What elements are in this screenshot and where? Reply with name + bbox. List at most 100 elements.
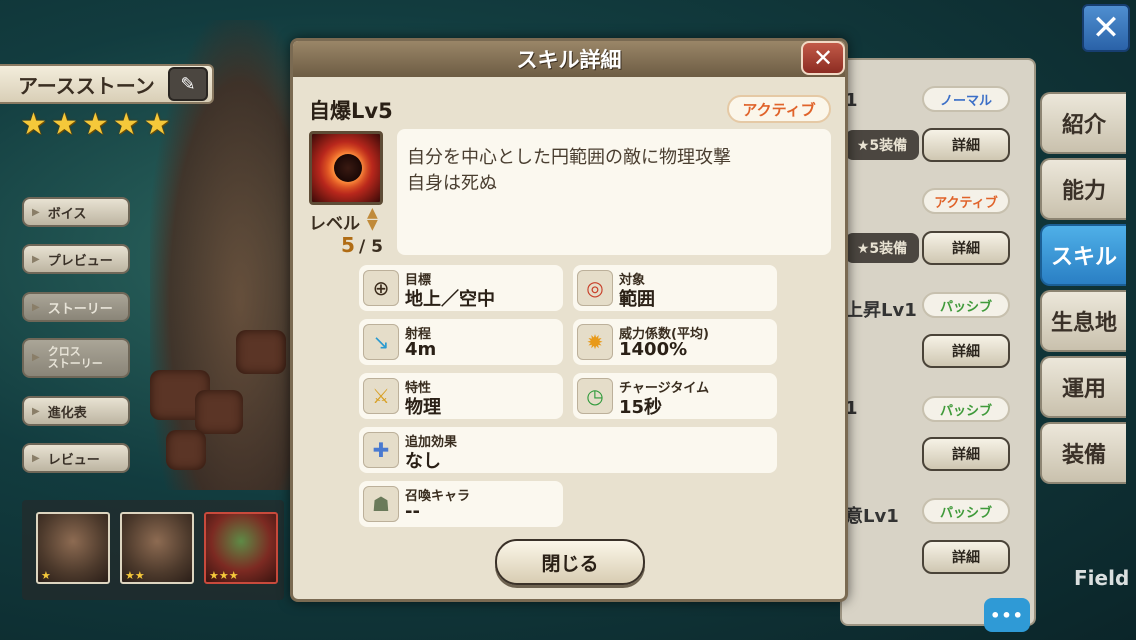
side-button-label: ストーリー	[47, 301, 113, 317]
skill-detail-button[interactable]: 詳細	[922, 540, 1010, 574]
explosion-core	[334, 154, 362, 182]
preview-button[interactable]: ▶ プレビュー	[22, 244, 130, 274]
tab-ability[interactable]: 能力	[1040, 158, 1126, 220]
skill-type-badge: ノーマル	[922, 86, 1010, 112]
chat-button[interactable]: •••	[984, 598, 1030, 632]
thumb-stars: ★★	[125, 569, 145, 582]
evolution-chart-button[interactable]: ▶ 進化表	[22, 396, 130, 426]
character-art-rock	[236, 330, 286, 374]
explosion-icon: ✹	[577, 324, 613, 360]
side-button-label: 進化表	[47, 405, 87, 421]
review-button[interactable]: ▶ レビュー	[22, 443, 130, 473]
skill-name: 自爆Lv5	[309, 99, 393, 123]
level-current: 5	[341, 233, 355, 257]
skill-detail-button[interactable]: 詳細	[922, 437, 1010, 471]
skill-detail-button[interactable]: 詳細	[922, 231, 1010, 265]
pencil-icon: ✎	[180, 73, 196, 95]
star-icon: ★	[50, 107, 78, 142]
side-button-label: プレビュー	[47, 253, 113, 269]
screen-close-button[interactable]: ✕	[1082, 4, 1130, 52]
stat-charge: ◷ チャージタイム 15秒	[573, 373, 777, 419]
star-icon: ★	[143, 107, 171, 142]
evolution-thumb[interactable]: ★	[36, 512, 110, 584]
skill-type-badge: アクティブ	[922, 188, 1010, 214]
close-icon: ✕	[1091, 8, 1121, 48]
stat-value: 15秒	[619, 397, 663, 418]
stat-value: 4m	[405, 339, 437, 360]
play-arrow-icon: ▶	[32, 206, 40, 218]
play-arrow-icon: ▶	[32, 405, 40, 417]
thumb-stars: ★★★	[209, 569, 239, 582]
skill-type-badge: パッシブ	[922, 498, 1010, 524]
field-label: Field	[1074, 566, 1130, 590]
story-button[interactable]: ▶ ストーリー	[22, 292, 130, 322]
stat-value: 地上／空中	[405, 289, 495, 310]
stat-value: --	[405, 501, 420, 522]
stat-object: ◎ 対象 範囲	[573, 265, 777, 311]
play-arrow-icon: ▶	[32, 452, 40, 464]
level-label: レベル	[309, 214, 360, 234]
self-destruct-skill-icon	[309, 131, 383, 205]
side-button-label: ボイス	[47, 206, 87, 222]
skill-detail-button[interactable]: 詳細	[922, 334, 1010, 368]
tab-skill[interactable]: スキル	[1040, 224, 1126, 286]
skill-type-badge: アクティブ	[727, 95, 831, 123]
cross-story-button[interactable]: ▶ クロス ストーリー	[22, 338, 130, 378]
dialog-header: スキル詳細	[293, 41, 845, 77]
add-effect-icon: ✚	[363, 432, 399, 468]
play-arrow-icon: ▶	[32, 301, 40, 313]
equip-tag: ★5装備	[845, 130, 919, 160]
skill-list-name: 意Lv1	[845, 506, 899, 527]
play-arrow-icon: ▶	[32, 253, 40, 265]
side-button-label: クロス ストーリー	[47, 345, 103, 370]
crosshair-icon: ⊕	[363, 270, 399, 306]
star-icon: ★	[112, 107, 140, 142]
tab-habitat[interactable]: 生息地	[1040, 290, 1126, 352]
stat-target: ⊕ 目標 地上／空中	[359, 265, 563, 311]
skill-detail-dialog: スキル詳細 ✕ 自爆Lv5 アクティブ レベル ▲ ▼ 5 / 5 自分を中心とし…	[290, 38, 848, 602]
level-arrows-icon[interactable]: ▲ ▼	[367, 206, 378, 232]
character-name: アースストーン	[18, 73, 155, 98]
voice-button[interactable]: ▶ ボイス	[22, 197, 130, 227]
stat-summon: ☗ 召喚キャラ --	[359, 481, 563, 527]
skill-detail-button[interactable]: 詳細	[922, 128, 1010, 162]
stat-power: ✹ 威力係数(平均) 1400%	[573, 319, 777, 365]
stat-range: ↘ 射程 4m	[359, 319, 563, 365]
skill-list-name: 上昇Lv1	[845, 300, 917, 321]
close-icon: ✕	[812, 44, 834, 72]
stat-value: 範囲	[619, 289, 655, 310]
range-arrow-icon: ↘	[363, 324, 399, 360]
play-arrow-icon: ▶	[32, 352, 40, 363]
stat-value: 物理	[405, 397, 441, 418]
stat-extra-effect: ✚ 追加効果 なし	[359, 427, 777, 473]
evolution-thumb-selected[interactable]: ★★★	[204, 512, 278, 584]
summon-icon: ☗	[363, 486, 399, 522]
level-max: / 5	[359, 237, 383, 257]
evolution-thumb[interactable]: ★★	[120, 512, 194, 584]
tab-intro[interactable]: 紹介	[1040, 92, 1126, 154]
sword-icon: ⚔	[363, 378, 399, 414]
tab-usage[interactable]: 運用	[1040, 356, 1126, 418]
rarity-stars: ★ ★ ★ ★ ★	[20, 110, 171, 140]
area-target-icon: ◎	[577, 270, 613, 306]
skill-type-badge: パッシブ	[922, 396, 1010, 422]
skill-type-badge: パッシブ	[922, 292, 1010, 318]
stat-value: 1400%	[619, 339, 688, 360]
thumb-stars: ★	[41, 569, 51, 582]
stat-attribute: ⚔ 特性 物理	[359, 373, 563, 419]
star-icon: ★	[20, 107, 47, 142]
star-icon: ★	[81, 107, 109, 142]
clock-icon: ◷	[577, 378, 613, 414]
stat-value: なし	[405, 451, 441, 472]
edit-name-button[interactable]: ✎	[168, 67, 208, 101]
character-art-rock	[166, 430, 206, 470]
side-button-label: レビュー	[47, 452, 100, 468]
dialog-close-button[interactable]: ✕	[801, 41, 845, 75]
dialog-title: スキル詳細	[516, 48, 622, 72]
tab-equipment[interactable]: 装備	[1040, 422, 1126, 484]
equip-tag: ★5装備	[845, 233, 919, 263]
close-button[interactable]: 閉じる	[495, 539, 645, 585]
skill-description-line: 自身は死ぬ	[407, 173, 497, 194]
skill-description-line: 自分を中心とした円範囲の敵に物理攻撃	[407, 147, 731, 168]
character-art-rock	[195, 390, 243, 434]
